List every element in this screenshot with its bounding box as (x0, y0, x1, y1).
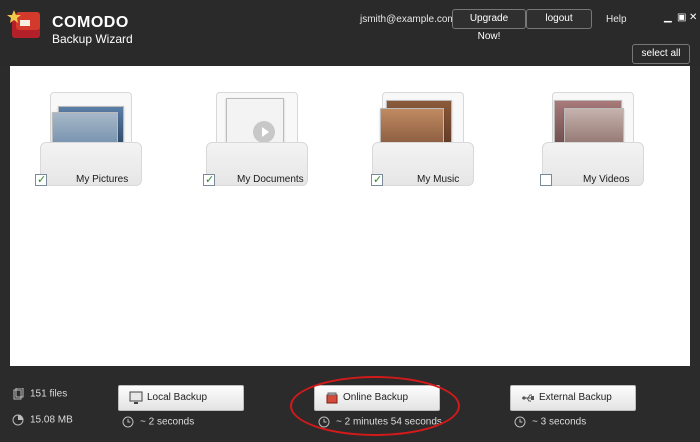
label-my-videos: My Videos (583, 174, 630, 185)
local-eta-text: ~ 2 seconds (140, 416, 195, 428)
select-all-button[interactable]: select all (632, 44, 690, 64)
cloud-server-icon (326, 392, 338, 404)
account-email: jsmith@example.com (360, 14, 456, 25)
minimize-icon[interactable]: ▁ (664, 12, 672, 23)
bottom-bar: 151 files 15.08 MB Local Backup ~ 2 seco… (0, 366, 700, 442)
checkbox-my-documents[interactable]: ✓ (203, 174, 215, 186)
external-backup-eta: ~ 3 seconds (514, 416, 586, 428)
checkbox-my-music[interactable]: ✓ (371, 174, 383, 186)
online-backup-eta: ~ 2 minutes 54 seconds (318, 416, 442, 428)
external-eta-text: ~ 3 seconds (532, 416, 587, 428)
clock-icon (122, 416, 134, 428)
close-icon[interactable]: ✕ (689, 12, 697, 23)
label-my-music: My Music (417, 174, 460, 185)
local-backup-button[interactable]: Local Backup (118, 385, 244, 411)
local-backup-label: Local Backup (147, 392, 208, 403)
clock-icon (514, 416, 526, 428)
help-link[interactable]: Help (606, 14, 627, 25)
files-icon (12, 387, 24, 400)
backup-sources-panel: ✓ My Pictures ✓ My Documents ✓ My Music … (10, 66, 690, 366)
app-subtitle: Backup Wizard (52, 32, 133, 46)
external-backup-button[interactable]: External Backup (510, 385, 636, 411)
total-size-text: 15.08 MB (30, 414, 73, 426)
label-my-pictures: My Pictures (76, 174, 129, 185)
online-backup-label: Online Backup (343, 392, 409, 403)
monitor-icon (129, 391, 143, 404)
folder-checkbox-row: ✓ My Pictures ✓ My Documents ✓ My Music … (10, 174, 690, 194)
maximize-icon[interactable]: ▣ (677, 12, 686, 23)
upgrade-now-button[interactable]: Upgrade Now! (452, 9, 526, 42)
label-my-documents: My Documents (237, 174, 304, 185)
brand-name: COMODO (52, 14, 129, 31)
checkbox-my-pictures[interactable]: ✓ (35, 174, 47, 186)
total-size: 15.08 MB (12, 414, 73, 426)
logout-button[interactable]: logout (526, 9, 592, 29)
clock-icon (318, 416, 330, 428)
play-icon (253, 121, 275, 143)
usb-icon (522, 394, 534, 402)
online-eta-text: ~ 2 minutes 54 seconds (336, 416, 442, 428)
file-count: 151 files (12, 387, 68, 400)
file-count-text: 151 files (30, 388, 68, 400)
local-backup-eta: ~ 2 seconds (122, 416, 194, 428)
external-backup-label: External Backup (539, 392, 612, 403)
app-header: COMODO Backup Wizard jsmith@example.com … (0, 0, 700, 66)
checkbox-my-videos[interactable] (540, 174, 552, 186)
online-backup-button[interactable]: Online Backup (314, 385, 440, 411)
pie-icon (12, 414, 24, 426)
comodo-logo-icon (7, 10, 40, 38)
